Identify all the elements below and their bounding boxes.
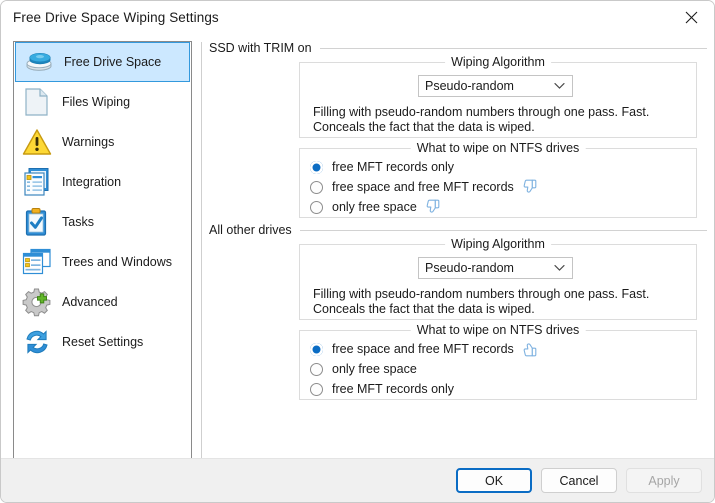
wiping-algorithm-title: Wiping Algorithm xyxy=(445,55,551,69)
window-title: Free Drive Space Wiping Settings xyxy=(13,10,219,25)
section-heading: SSD with TRIM on xyxy=(209,40,707,56)
cancel-button[interactable]: Cancel xyxy=(541,468,617,493)
document-icon xyxy=(20,85,54,119)
radio-button[interactable] xyxy=(310,161,323,174)
window-tree-icon xyxy=(20,245,54,279)
wipe-option-row[interactable]: free space and free MFT records xyxy=(310,339,696,359)
form-list-icon xyxy=(20,165,54,199)
wiping-algorithm-select[interactable]: Pseudo-random xyxy=(418,257,573,279)
clipboard-check-icon xyxy=(20,205,54,239)
thumbs-down-icon xyxy=(522,179,538,195)
sidebar-item-label: Integration xyxy=(62,175,121,189)
thumbs-up-icon xyxy=(522,341,538,357)
what-to-wipe-title: What to wipe on NTFS drives xyxy=(411,323,586,337)
chevron-down-icon xyxy=(554,264,565,272)
sidebar-item-files-wiping[interactable]: Files Wiping xyxy=(14,82,191,122)
section-heading-label: All other drives xyxy=(209,223,300,237)
wiping-algorithm-description: Filling with pseudo-random numbers throu… xyxy=(313,287,685,317)
sidebar-item-label: Tasks xyxy=(62,215,94,229)
radio-button[interactable] xyxy=(310,343,323,356)
section-heading: All other drives xyxy=(209,222,707,238)
wipe-option-label: only free space xyxy=(332,200,417,214)
wipe-option-row[interactable]: only free space xyxy=(310,197,696,217)
refresh-arrows-icon xyxy=(20,325,54,359)
wipe-option-label: free MFT records only xyxy=(332,160,454,174)
sidebar-item-label: Trees and Windows xyxy=(62,255,172,269)
wiping-algorithm-group: Wiping AlgorithmPseudo-random Filling wi… xyxy=(299,62,697,138)
radio-button[interactable] xyxy=(310,181,323,194)
sidebar-item-integration[interactable]: Integration xyxy=(14,162,191,202)
sidebar-item-label: Files Wiping xyxy=(62,95,130,109)
what-to-wipe-group: What to wipe on NTFS drivesfree MFT reco… xyxy=(299,148,697,218)
ok-button[interactable]: OK xyxy=(456,468,532,493)
radio-button[interactable] xyxy=(310,363,323,376)
wiping-algorithm-title: Wiping Algorithm xyxy=(445,237,551,251)
sidebar-item-warnings[interactable]: Warnings xyxy=(14,122,191,162)
wiping-algorithm-group: Wiping AlgorithmPseudo-random Filling wi… xyxy=(299,244,697,320)
wiping-algorithm-select[interactable]: Pseudo-random xyxy=(418,75,573,97)
radio-button[interactable] xyxy=(310,201,323,214)
wipe-option-row[interactable]: free MFT records only xyxy=(310,157,696,177)
settings-panel: SSD with TRIM onWiping AlgorithmPseudo-r… xyxy=(209,40,707,455)
sidebar-item-label: Reset Settings xyxy=(62,335,143,349)
sidebar-item-advanced[interactable]: Advanced xyxy=(14,282,191,322)
sidebar-item-label: Warnings xyxy=(62,135,114,149)
sidebar-item-trees-and-windows[interactable]: Trees and Windows xyxy=(14,242,191,282)
sidebar-item-reset-settings[interactable]: Reset Settings xyxy=(14,322,191,362)
wiping-algorithm-description: Filling with pseudo-random numbers throu… xyxy=(313,105,685,135)
section-heading-label: SSD with TRIM on xyxy=(209,41,320,55)
sidebar-item-label: Advanced xyxy=(62,295,118,309)
sidebar-item-tasks[interactable]: Tasks xyxy=(14,202,191,242)
wipe-option-label: free MFT records only xyxy=(332,382,454,396)
hard-drive-icon xyxy=(22,45,56,79)
section-rule xyxy=(320,48,707,49)
settings-section: SSD with TRIM onWiping AlgorithmPseudo-r… xyxy=(209,40,707,56)
chevron-down-icon xyxy=(554,82,565,90)
thumbs-down-icon xyxy=(425,199,441,215)
settings-category-list[interactable]: Free Drive Space Files Wiping Warnings I… xyxy=(13,41,192,459)
wipe-option-row[interactable]: free space and free MFT records xyxy=(310,177,696,197)
what-to-wipe-title: What to wipe on NTFS drives xyxy=(411,141,586,155)
wipe-option-row[interactable]: free MFT records only xyxy=(310,379,696,399)
dialog-body: Free Drive Space Files Wiping Warnings I… xyxy=(1,34,714,459)
settings-dialog: Free Drive Space Wiping Settings Free Dr… xyxy=(0,0,715,503)
what-to-wipe-group: What to wipe on NTFS drivesfree space an… xyxy=(299,330,697,400)
wipe-option-label: free space and free MFT records xyxy=(332,342,514,356)
wipe-option-label: free space and free MFT records xyxy=(332,180,514,194)
wiping-algorithm-value: Pseudo-random xyxy=(425,261,514,275)
title-bar: Free Drive Space Wiping Settings xyxy=(1,1,714,34)
dialog-footer: OK Cancel Apply xyxy=(1,458,714,502)
section-rule xyxy=(300,230,707,231)
settings-section: All other drivesWiping AlgorithmPseudo-r… xyxy=(209,222,707,238)
close-button[interactable] xyxy=(669,1,714,33)
close-icon xyxy=(685,11,698,24)
apply-button: Apply xyxy=(626,468,702,493)
wipe-option-label: only free space xyxy=(332,362,417,376)
gear-plus-icon xyxy=(20,285,54,319)
wipe-option-row[interactable]: only free space xyxy=(310,359,696,379)
sidebar-item-label: Free Drive Space xyxy=(64,55,161,69)
vertical-divider xyxy=(201,42,202,458)
radio-button[interactable] xyxy=(310,383,323,396)
sidebar-item-free-drive-space[interactable]: Free Drive Space xyxy=(15,42,190,82)
warning-triangle-icon xyxy=(20,125,54,159)
wiping-algorithm-value: Pseudo-random xyxy=(425,79,514,93)
